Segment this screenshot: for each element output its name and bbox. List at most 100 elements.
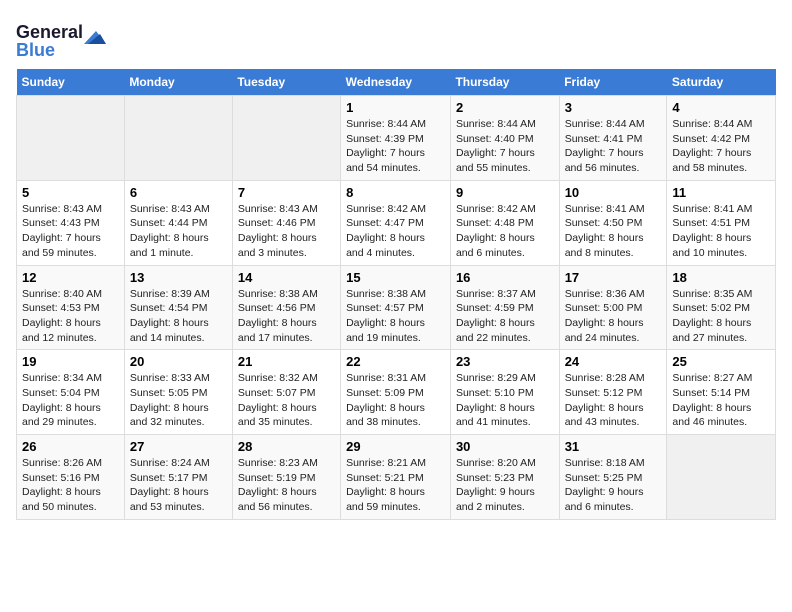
calendar-cell — [232, 96, 340, 181]
day-info: Sunrise: 8:18 AM Sunset: 5:25 PM Dayligh… — [565, 456, 662, 515]
day-info: Sunrise: 8:40 AM Sunset: 4:53 PM Dayligh… — [22, 287, 119, 346]
day-info: Sunrise: 8:43 AM Sunset: 4:46 PM Dayligh… — [238, 202, 335, 261]
day-info: Sunrise: 8:26 AM Sunset: 5:16 PM Dayligh… — [22, 456, 119, 515]
day-info: Sunrise: 8:38 AM Sunset: 4:57 PM Dayligh… — [346, 287, 445, 346]
day-info: Sunrise: 8:39 AM Sunset: 4:54 PM Dayligh… — [130, 287, 227, 346]
calendar-cell — [124, 96, 232, 181]
svg-text:General: General — [16, 22, 83, 42]
calendar-cell: 12 Sunrise: 8:40 AM Sunset: 4:53 PM Dayli… — [17, 265, 125, 350]
day-number: 23 — [456, 354, 554, 369]
svg-text:Blue: Blue — [16, 40, 55, 60]
day-number: 28 — [238, 439, 335, 454]
calendar-cell: 19 Sunrise: 8:34 AM Sunset: 5:04 PM Dayli… — [17, 350, 125, 435]
day-number: 21 — [238, 354, 335, 369]
day-number: 19 — [22, 354, 119, 369]
day-number: 17 — [565, 270, 662, 285]
day-info: Sunrise: 8:41 AM Sunset: 4:51 PM Dayligh… — [672, 202, 770, 261]
logo: General Blue — [16, 16, 106, 61]
day-info: Sunrise: 8:35 AM Sunset: 5:02 PM Dayligh… — [672, 287, 770, 346]
day-info: Sunrise: 8:44 AM Sunset: 4:42 PM Dayligh… — [672, 117, 770, 176]
day-info: Sunrise: 8:38 AM Sunset: 4:56 PM Dayligh… — [238, 287, 335, 346]
day-number: 22 — [346, 354, 445, 369]
day-number: 30 — [456, 439, 554, 454]
calendar-cell: 17 Sunrise: 8:36 AM Sunset: 5:00 PM Dayli… — [559, 265, 667, 350]
day-number: 5 — [22, 185, 119, 200]
day-info: Sunrise: 8:24 AM Sunset: 5:17 PM Dayligh… — [130, 456, 227, 515]
calendar-cell: 3 Sunrise: 8:44 AM Sunset: 4:41 PM Daylig… — [559, 96, 667, 181]
calendar-cell: 31 Sunrise: 8:18 AM Sunset: 5:25 PM Dayli… — [559, 435, 667, 520]
day-info: Sunrise: 8:36 AM Sunset: 5:00 PM Dayligh… — [565, 287, 662, 346]
day-number: 9 — [456, 185, 554, 200]
calendar-cell: 22Sunrise: 8:31 AM Sunset: 5:09 PM Dayli… — [341, 350, 451, 435]
calendar-cell: 20 Sunrise: 8:33 AM Sunset: 5:05 PM Dayli… — [124, 350, 232, 435]
day-info: Sunrise: 8:37 AM Sunset: 4:59 PM Dayligh… — [456, 287, 554, 346]
day-number: 7 — [238, 185, 335, 200]
calendar-cell: 29Sunrise: 8:21 AM Sunset: 5:21 PM Dayli… — [341, 435, 451, 520]
calendar-cell: 14 Sunrise: 8:38 AM Sunset: 4:56 PM Dayli… — [232, 265, 340, 350]
day-info: Sunrise: 8:33 AM Sunset: 5:05 PM Dayligh… — [130, 371, 227, 430]
calendar-cell: 13 Sunrise: 8:39 AM Sunset: 4:54 PM Dayli… — [124, 265, 232, 350]
calendar-cell: 16 Sunrise: 8:37 AM Sunset: 4:59 PM Dayli… — [450, 265, 559, 350]
day-info: Sunrise: 8:32 AM Sunset: 5:07 PM Dayligh… — [238, 371, 335, 430]
calendar-cell: 6Sunrise: 8:43 AM Sunset: 4:44 PM Daylig… — [124, 180, 232, 265]
day-info: Sunrise: 8:20 AM Sunset: 5:23 PM Dayligh… — [456, 456, 554, 515]
day-info: Sunrise: 8:23 AM Sunset: 5:19 PM Dayligh… — [238, 456, 335, 515]
day-info: Sunrise: 8:43 AM Sunset: 4:43 PM Dayligh… — [22, 202, 119, 261]
day-info: Sunrise: 8:28 AM Sunset: 5:12 PM Dayligh… — [565, 371, 662, 430]
day-info: Sunrise: 8:41 AM Sunset: 4:50 PM Dayligh… — [565, 202, 662, 261]
calendar-cell: 9Sunrise: 8:42 AM Sunset: 4:48 PM Daylig… — [450, 180, 559, 265]
calendar-cell: 15 Sunrise: 8:38 AM Sunset: 4:57 PM Dayli… — [341, 265, 451, 350]
day-number: 14 — [238, 270, 335, 285]
day-info: Sunrise: 8:34 AM Sunset: 5:04 PM Dayligh… — [22, 371, 119, 430]
calendar-cell: 24 Sunrise: 8:28 AM Sunset: 5:12 PM Dayli… — [559, 350, 667, 435]
day-number: 8 — [346, 185, 445, 200]
calendar-cell: 4 Sunrise: 8:44 AM Sunset: 4:42 PM Daylig… — [667, 96, 776, 181]
day-number: 20 — [130, 354, 227, 369]
day-number: 10 — [565, 185, 662, 200]
day-info: Sunrise: 8:42 AM Sunset: 4:47 PM Dayligh… — [346, 202, 445, 261]
calendar-cell: 18 Sunrise: 8:35 AM Sunset: 5:02 PM Dayli… — [667, 265, 776, 350]
day-info: Sunrise: 8:27 AM Sunset: 5:14 PM Dayligh… — [672, 371, 770, 430]
calendar-cell: 11 Sunrise: 8:41 AM Sunset: 4:51 PM Dayli… — [667, 180, 776, 265]
day-info: Sunrise: 8:44 AM Sunset: 4:39 PM Dayligh… — [346, 117, 445, 176]
calendar-cell: 23Sunrise: 8:29 AM Sunset: 5:10 PM Dayli… — [450, 350, 559, 435]
day-info: Sunrise: 8:21 AM Sunset: 5:21 PM Dayligh… — [346, 456, 445, 515]
calendar-table: SundayMondayTuesdayWednesdayThursdayFrid… — [16, 69, 776, 520]
calendar-cell: 28 Sunrise: 8:23 AM Sunset: 5:19 PM Dayli… — [232, 435, 340, 520]
calendar-cell: 8 Sunrise: 8:42 AM Sunset: 4:47 PM Daylig… — [341, 180, 451, 265]
calendar-week-3: 12 Sunrise: 8:40 AM Sunset: 4:53 PM Dayli… — [17, 265, 776, 350]
weekday-header-friday: Friday — [559, 69, 667, 96]
day-number: 15 — [346, 270, 445, 285]
day-number: 11 — [672, 185, 770, 200]
calendar-cell — [667, 435, 776, 520]
weekday-header-tuesday: Tuesday — [232, 69, 340, 96]
weekday-header-thursday: Thursday — [450, 69, 559, 96]
calendar-cell: 25 Sunrise: 8:27 AM Sunset: 5:14 PM Dayli… — [667, 350, 776, 435]
day-info: Sunrise: 8:44 AM Sunset: 4:41 PM Dayligh… — [565, 117, 662, 176]
calendar-cell: 5 Sunrise: 8:43 AM Sunset: 4:43 PM Daylig… — [17, 180, 125, 265]
calendar-header-row: SundayMondayTuesdayWednesdayThursdayFrid… — [17, 69, 776, 96]
day-info: Sunrise: 8:44 AM Sunset: 4:40 PM Dayligh… — [456, 117, 554, 176]
calendar-cell: 7 Sunrise: 8:43 AM Sunset: 4:46 PM Daylig… — [232, 180, 340, 265]
weekday-header-wednesday: Wednesday — [341, 69, 451, 96]
day-number: 31 — [565, 439, 662, 454]
day-number: 16 — [456, 270, 554, 285]
day-number: 25 — [672, 354, 770, 369]
day-info: Sunrise: 8:43 AM Sunset: 4:44 PM Dayligh… — [130, 202, 227, 261]
weekday-header-sunday: Sunday — [17, 69, 125, 96]
day-number: 4 — [672, 100, 770, 115]
weekday-header-saturday: Saturday — [667, 69, 776, 96]
calendar-cell: 21 Sunrise: 8:32 AM Sunset: 5:07 PM Dayli… — [232, 350, 340, 435]
calendar-cell: 26Sunrise: 8:26 AM Sunset: 5:16 PM Dayli… — [17, 435, 125, 520]
day-number: 1 — [346, 100, 445, 115]
calendar-cell — [17, 96, 125, 181]
day-number: 3 — [565, 100, 662, 115]
day-number: 12 — [22, 270, 119, 285]
day-number: 13 — [130, 270, 227, 285]
calendar-week-1: 1 Sunrise: 8:44 AM Sunset: 4:39 PM Daylig… — [17, 96, 776, 181]
calendar-cell: 27 Sunrise: 8:24 AM Sunset: 5:17 PM Dayli… — [124, 435, 232, 520]
day-number: 24 — [565, 354, 662, 369]
weekday-header-monday: Monday — [124, 69, 232, 96]
day-number: 18 — [672, 270, 770, 285]
day-number: 27 — [130, 439, 227, 454]
